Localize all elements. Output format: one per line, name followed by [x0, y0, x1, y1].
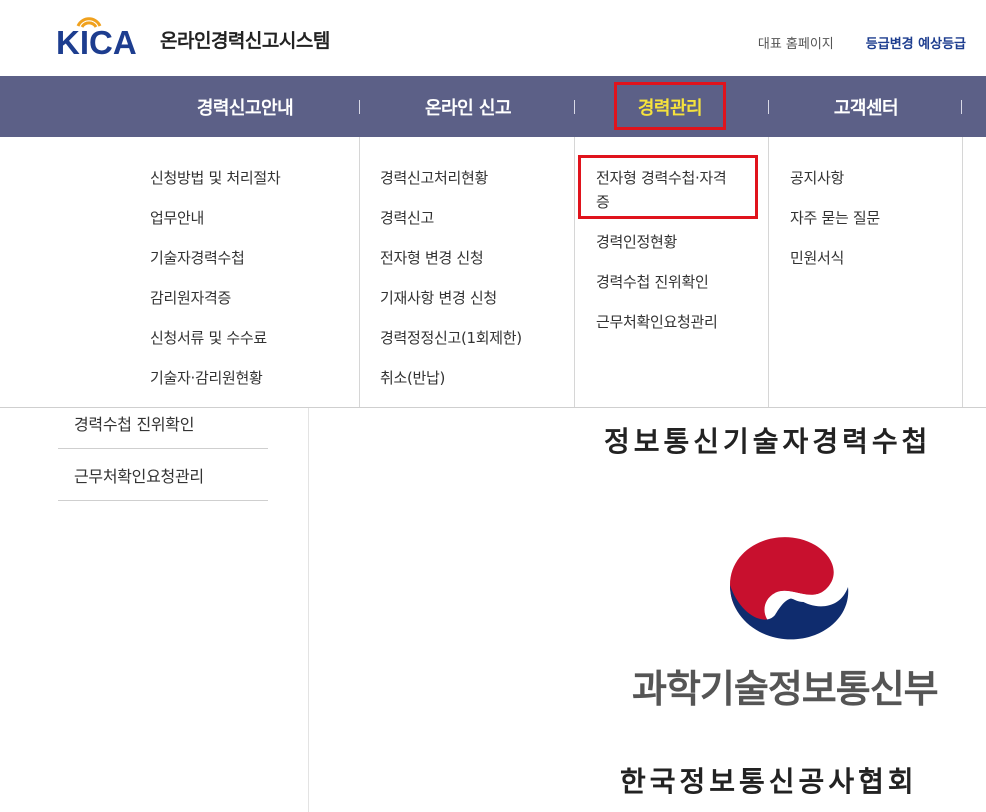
- menu-item[interactable]: 기술자경력수첩: [150, 246, 245, 270]
- main-nav: 경력신고안내 온라인 신고 경력관리 고객센터: [0, 76, 986, 137]
- menu-item[interactable]: 신청서류 및 수수료: [150, 326, 267, 350]
- nav-separator: [574, 100, 575, 114]
- utility-links: 대표 홈페이지 등급변경 예상등급: [758, 33, 966, 52]
- menu-item[interactable]: 경력정정신고(1회제한): [380, 326, 522, 350]
- menu-item[interactable]: 전자형 변경 신청: [380, 246, 484, 270]
- site-logo[interactable]: KICA 온라인경력신고시스템: [56, 10, 330, 61]
- nav-item-customer-center[interactable]: 고객센터: [780, 76, 952, 137]
- menu-item[interactable]: 경력신고처리현황: [380, 166, 488, 190]
- menu-item[interactable]: 경력인정현황: [596, 230, 677, 254]
- logo-wordmark: KICA: [56, 24, 137, 61]
- menu-item[interactable]: 기재사항 변경 신청: [380, 286, 497, 310]
- nav-highlight-box: [614, 82, 726, 130]
- menu-column-online-report: 경력신고처리현황 경력신고 전자형 변경 신청 기재사항 변경 신청 경력정정신…: [359, 137, 574, 407]
- nav-item-guide[interactable]: 경력신고안내: [150, 76, 340, 137]
- nav-separator: [768, 100, 769, 114]
- nav-item-online-report[interactable]: 온라인 신고: [370, 76, 566, 137]
- sidebar-item-verify[interactable]: 경력수첩 진위확인: [58, 397, 268, 449]
- government-emblem-icon: [730, 537, 849, 640]
- grade-link[interactable]: 등급변경 예상등급: [866, 33, 966, 52]
- home-link[interactable]: 대표 홈페이지: [758, 33, 834, 52]
- menu-item[interactable]: 근무처확인요청관리: [596, 310, 718, 334]
- nav-separator: [359, 100, 360, 114]
- document-title: 정보통신기술자경력수첩: [604, 425, 932, 458]
- menu-item[interactable]: 감리원자격증: [150, 286, 231, 310]
- menu-item[interactable]: 업무안내: [150, 206, 204, 230]
- menu-item[interactable]: 기술자·감리원현황: [150, 366, 263, 390]
- menu-item[interactable]: 신청방법 및 처리절차: [150, 166, 281, 190]
- menu-item[interactable]: 민원서식: [790, 246, 844, 270]
- top-header: KICA 온라인경력신고시스템 대표 홈페이지 등급변경 예상등급: [0, 0, 986, 76]
- menu-item[interactable]: 자주 묻는 질문: [790, 206, 880, 230]
- mega-menu: 신청방법 및 처리절차 업무안내 기술자경력수첩 감리원자격증 신청서류 및 수…: [0, 137, 986, 408]
- menu-item[interactable]: 취소(반납): [380, 366, 445, 390]
- sidebar-item-workplace[interactable]: 근무처확인요청관리: [58, 449, 268, 501]
- ministry-name: 과학기술정보통신부: [632, 667, 939, 711]
- association-name: 한국정보통신공사협회: [620, 765, 918, 798]
- menu-column-guide: 신청방법 및 처리절차 업무안내 기술자경력수첩 감리원자격증 신청서류 및 수…: [0, 137, 359, 407]
- site-title: 온라인경력신고시스템: [160, 29, 330, 52]
- content-divider: [308, 408, 309, 812]
- kica-logo: KICA: [56, 10, 148, 61]
- menu-column-overflow: [962, 137, 986, 407]
- menu-item[interactable]: 공지사항: [790, 166, 844, 190]
- menu-highlight-box: [578, 155, 758, 219]
- nav-separator: [961, 100, 962, 114]
- menu-item[interactable]: 경력수첩 진위확인: [596, 270, 709, 294]
- menu-item[interactable]: 경력신고: [380, 206, 434, 230]
- menu-column-customer-center: 공지사항 자주 묻는 질문 민원서식: [768, 137, 962, 407]
